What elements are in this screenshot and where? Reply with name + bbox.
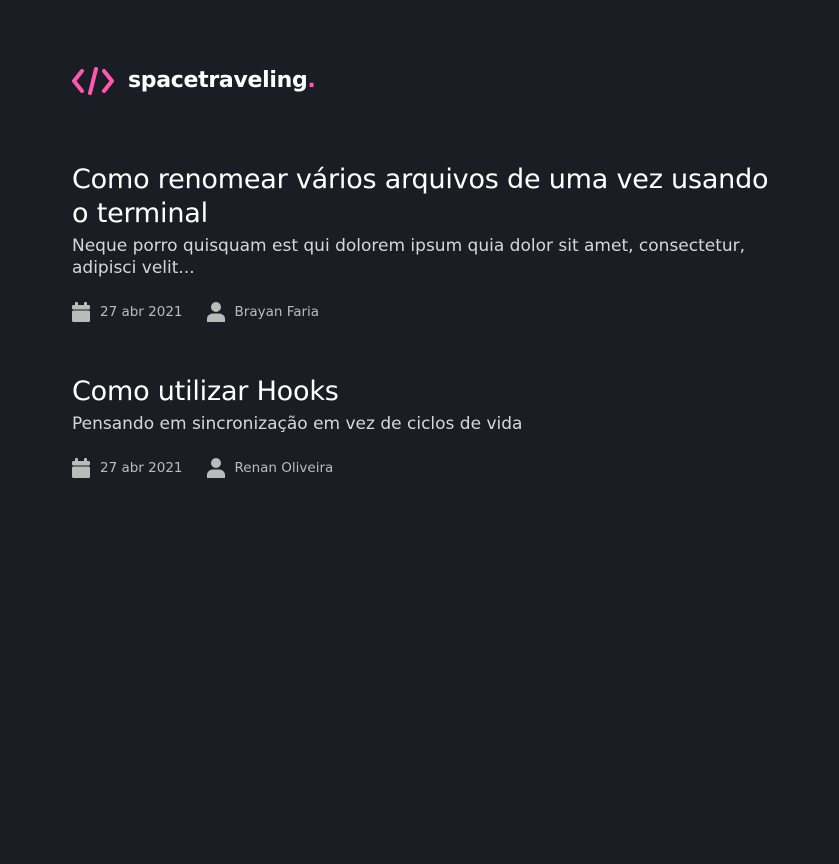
post-subtitle: Pensando em sincronização em vez de cicl… xyxy=(72,414,523,434)
post-author-text: Brayan Faria xyxy=(234,304,320,320)
calendar-icon xyxy=(72,302,90,322)
post-author: Renan Oliveira xyxy=(206,458,334,478)
post-meta: 27 abr 2021 Renan Oliveira xyxy=(72,457,792,479)
post-author: Brayan Faria xyxy=(206,302,320,322)
post-date-text: 27 abr 2021 xyxy=(100,460,183,476)
post-title[interactable]: Como renomear vários arquivos de uma vez… xyxy=(72,163,792,231)
code-icon xyxy=(72,67,114,95)
header: spacetraveling. xyxy=(72,64,316,98)
post-date: 27 abr 2021 xyxy=(72,302,183,322)
post-item[interactable]: Como utilizar Hooks Pensando em sincroni… xyxy=(72,375,792,479)
post-author-text: Renan Oliveira xyxy=(234,460,334,476)
post-date: 27 abr 2021 xyxy=(72,458,183,478)
post-item[interactable]: Como renomear vários arquivos de uma vez… xyxy=(72,163,792,323)
post-title[interactable]: Como utilizar Hooks xyxy=(72,375,792,409)
brand-name: spacetraveling xyxy=(128,68,308,93)
brand-dot: . xyxy=(307,68,316,93)
post-date-text: 27 abr 2021 xyxy=(100,304,183,320)
calendar-icon xyxy=(72,458,90,478)
logo-link[interactable]: spacetraveling. xyxy=(72,66,316,96)
post-meta: 27 abr 2021 Brayan Faria xyxy=(72,301,792,323)
user-icon xyxy=(206,458,225,478)
post-subtitle: Neque porro quisquam est qui dolorem ips… xyxy=(72,236,746,278)
user-icon xyxy=(206,302,225,322)
